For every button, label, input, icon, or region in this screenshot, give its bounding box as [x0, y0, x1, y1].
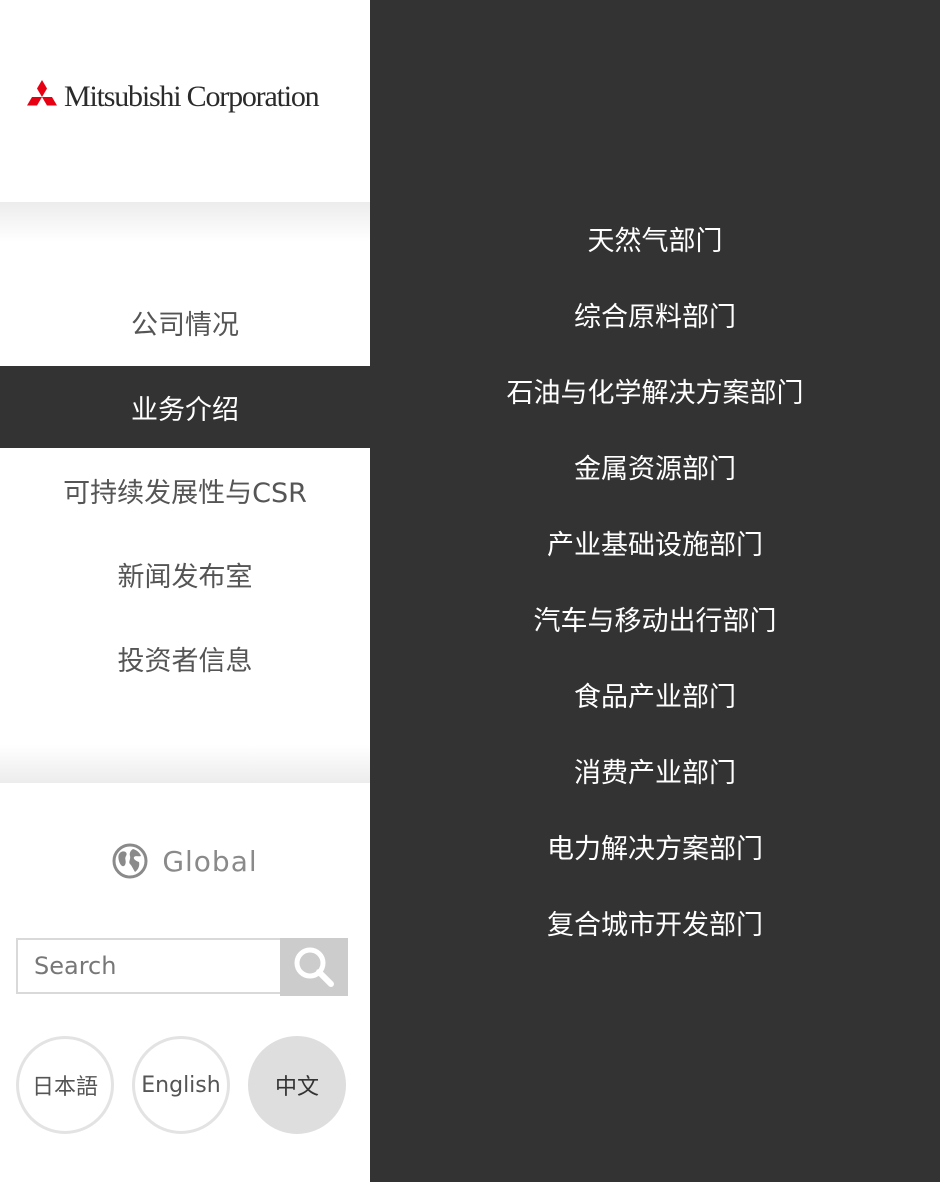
- language-english-button[interactable]: English: [132, 1036, 230, 1134]
- search-input[interactable]: [16, 938, 280, 994]
- submenu-panel: 天然气部门 综合原料部门 石油与化学解决方案部门 金属资源部门 产业基础设施部门…: [370, 0, 940, 1182]
- submenu-item-urban-development[interactable]: 复合城市开发部门: [330, 900, 940, 944]
- language-chinese-button[interactable]: 中文: [248, 1036, 346, 1134]
- globe-icon: [112, 843, 148, 879]
- nav-item-business[interactable]: 业务介绍: [0, 366, 370, 448]
- global-label: Global: [162, 844, 258, 878]
- submenu-item-mineral-resources[interactable]: 金属资源部门: [330, 444, 940, 488]
- submenu-item-power-solution[interactable]: 电力解决方案部门: [330, 824, 940, 868]
- left-menu-panel: Mitsubishi Corporation 公司情况 业务介绍 可持续发展性与…: [0, 0, 370, 1182]
- submenu-item-industrial-materials[interactable]: 综合原料部门: [330, 292, 940, 336]
- nav-item-company[interactable]: 公司情况: [0, 281, 370, 363]
- submenu-item-consumer-industry[interactable]: 消费产业部门: [330, 748, 940, 792]
- submenu-item-natural-gas[interactable]: 天然气部门: [330, 216, 940, 260]
- three-diamonds-icon: [27, 80, 57, 106]
- submenu-item-food-industry[interactable]: 食品产业部门: [330, 672, 940, 716]
- nav-item-investors[interactable]: 投资者信息: [0, 617, 370, 699]
- search-icon: [294, 947, 334, 987]
- submenu-item-automotive-mobility[interactable]: 汽车与移动出行部门: [330, 596, 940, 640]
- submenu-item-petroleum-chemicals[interactable]: 石油与化学解决方案部门: [330, 368, 940, 412]
- logo-text: Mitsubishi Corporation: [64, 80, 320, 113]
- company-logo[interactable]: Mitsubishi Corporation: [24, 74, 320, 120]
- nav-item-sustainability[interactable]: 可持续发展性与CSR: [0, 449, 370, 531]
- menu-shade-top: [0, 202, 370, 242]
- global-link[interactable]: Global: [0, 838, 370, 884]
- menu-shade-bottom: [0, 745, 370, 783]
- nav-item-newsroom[interactable]: 新闻发布室: [0, 533, 370, 615]
- search-button[interactable]: [280, 938, 348, 996]
- language-japanese-button[interactable]: 日本語: [16, 1036, 114, 1134]
- submenu-item-industrial-infrastructure[interactable]: 产业基础设施部门: [330, 520, 940, 564]
